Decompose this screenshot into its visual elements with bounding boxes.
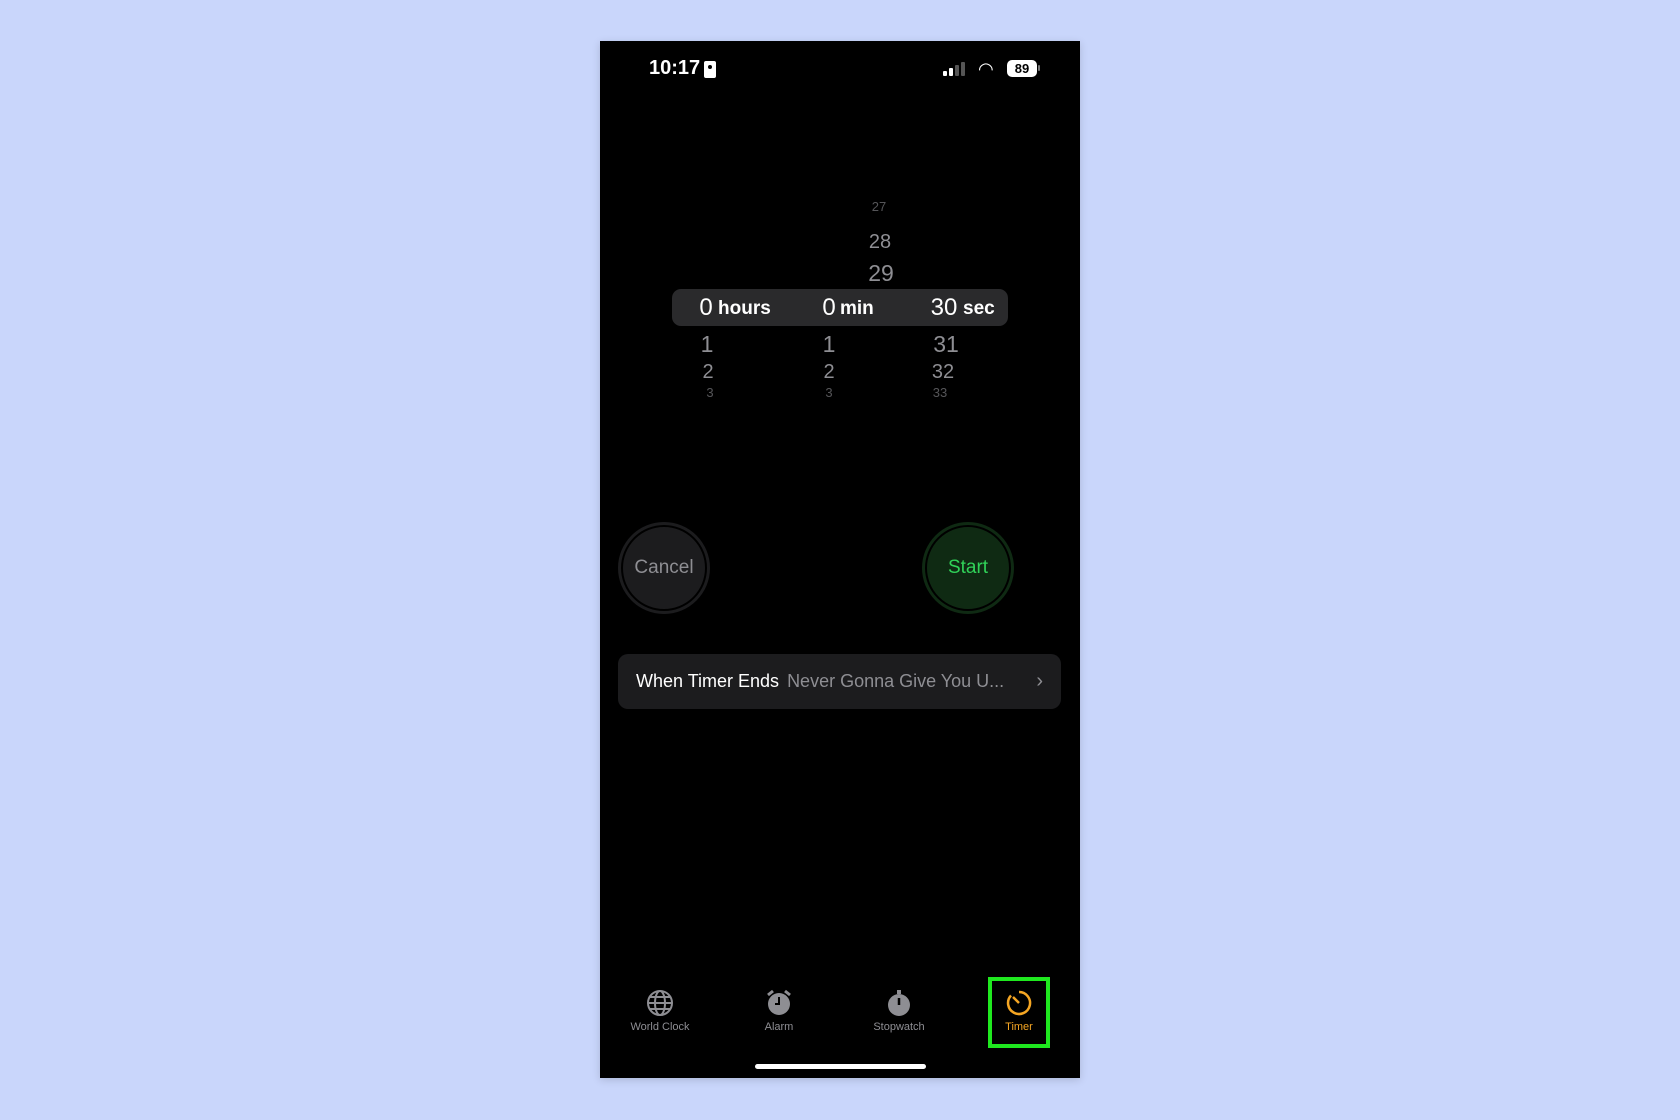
picker-sec-option[interactable]: 28 bbox=[860, 231, 900, 254]
picker-sec-option[interactable]: 33 bbox=[920, 385, 960, 400]
home-indicator[interactable] bbox=[755, 1064, 926, 1069]
battery-icon: 89 bbox=[1007, 60, 1037, 77]
chevron-right-icon: › bbox=[1036, 670, 1043, 692]
picker-min-unit: min bbox=[840, 298, 874, 319]
cancel-label: Cancel bbox=[634, 557, 694, 578]
tab-world-clock[interactable]: World Clock bbox=[605, 989, 715, 1033]
picker-hours-option[interactable]: 2 bbox=[688, 361, 728, 384]
tab-stopwatch[interactable]: Stopwatch bbox=[844, 989, 954, 1033]
picker-sec-selected[interactable]: 30 bbox=[924, 294, 964, 322]
picker-hours-unit: hours bbox=[718, 298, 771, 319]
picker-sec-option[interactable]: 27 bbox=[859, 199, 899, 214]
picker-sec-option[interactable]: 32 bbox=[923, 361, 963, 384]
status-time: 10:17 bbox=[649, 57, 701, 79]
picker-min-option[interactable]: 2 bbox=[809, 361, 849, 384]
picker-min-option[interactable]: 3 bbox=[809, 385, 849, 400]
wifi-icon: ◠ bbox=[978, 59, 994, 79]
highlight-box bbox=[988, 977, 1050, 1048]
picker-hours-option[interactable]: 1 bbox=[687, 331, 727, 358]
battery-nub bbox=[1038, 65, 1040, 71]
tab-label: Stopwatch bbox=[873, 1021, 925, 1033]
picker-sec-unit: sec bbox=[963, 298, 995, 319]
tab-label: Alarm bbox=[764, 1021, 794, 1033]
picker-sec-option[interactable]: 31 bbox=[926, 331, 966, 358]
picker-sec-option[interactable]: 29 bbox=[861, 260, 901, 287]
start-label: Start bbox=[947, 557, 989, 578]
tab-alarm[interactable]: Alarm bbox=[724, 989, 834, 1033]
contact-card-icon bbox=[704, 61, 716, 78]
start-button[interactable]: Start bbox=[922, 522, 1014, 614]
signal-icon bbox=[943, 62, 965, 76]
tab-label: World Clock bbox=[630, 1021, 690, 1033]
when-timer-ends-label: When Timer Ends bbox=[636, 671, 780, 691]
phone-screen: 10:17 ◠ 89 27 28 29 0 hours 0 min 30 sec… bbox=[600, 41, 1080, 1078]
alarm-clock-icon bbox=[767, 989, 791, 1015]
cancel-button[interactable]: Cancel bbox=[618, 522, 710, 614]
when-timer-ends-value: Never Gonna Give You U... bbox=[787, 671, 1005, 691]
picker-min-option[interactable]: 1 bbox=[809, 331, 849, 358]
when-timer-ends-row[interactable]: When Timer Ends Never Gonna Give You U..… bbox=[618, 654, 1061, 709]
globe-icon bbox=[647, 990, 673, 1016]
stopwatch-icon bbox=[888, 990, 910, 1016]
picker-hours-option[interactable]: 3 bbox=[690, 385, 730, 400]
